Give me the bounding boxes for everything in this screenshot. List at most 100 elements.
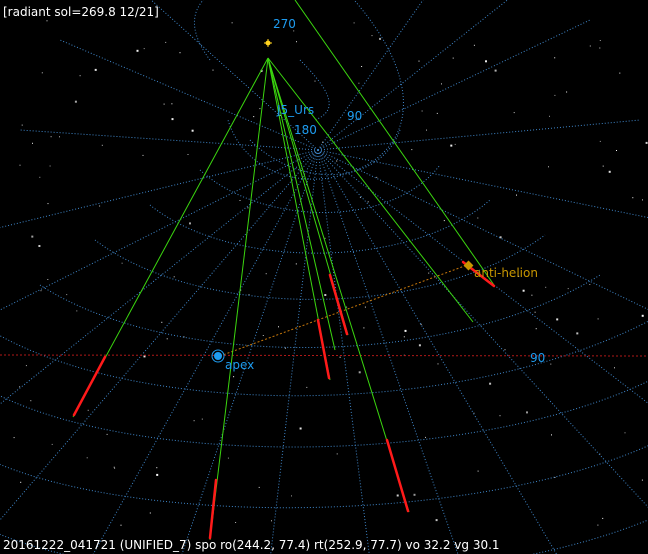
- star: [336, 453, 338, 455]
- grid-meridian: [317, 149, 459, 554]
- star: [624, 432, 626, 434]
- star: [549, 115, 550, 117]
- star: [49, 165, 51, 167]
- star: [187, 154, 189, 155]
- trail-line: [209, 57, 269, 541]
- star: [494, 69, 497, 72]
- star: [435, 519, 438, 522]
- star: [314, 80, 316, 82]
- star: [142, 154, 144, 156]
- star: [556, 318, 559, 321]
- star: [291, 495, 292, 497]
- star: [171, 118, 174, 121]
- grid-meridian: [317, 149, 558, 554]
- star: [191, 129, 194, 132]
- star: [513, 112, 515, 114]
- grid-label-90-top: 90: [347, 109, 362, 123]
- star: [295, 263, 297, 265]
- star: [247, 207, 249, 209]
- star: [39, 176, 41, 178]
- star: [76, 310, 78, 312]
- star: [19, 164, 21, 166]
- star: [31, 235, 34, 238]
- star: [101, 144, 103, 146]
- star: [38, 245, 41, 247]
- star: [99, 205, 101, 207]
- star: [299, 427, 302, 430]
- radiant-solar-longitude-label: [radiant sol=269.8 12/21]: [3, 5, 159, 19]
- star: [645, 141, 648, 144]
- star: [599, 40, 601, 41]
- star: [189, 222, 191, 225]
- star: [339, 356, 341, 358]
- star: [426, 129, 427, 131]
- star: [193, 420, 195, 422]
- star: [403, 336, 405, 338]
- star: [376, 176, 378, 178]
- star: [437, 363, 439, 365]
- sky-chart: 270 90 180 90 J5_Urs anti-helion apex: [0, 0, 648, 554]
- star: [548, 166, 549, 168]
- star: [364, 306, 366, 308]
- star: [428, 272, 430, 274]
- star: [477, 470, 479, 472]
- star: [411, 149, 413, 151]
- star: [79, 75, 81, 77]
- grid-parallel: [0, 380, 648, 448]
- radiant-name-label: J5_Urs: [276, 103, 314, 117]
- star: [262, 335, 264, 336]
- star: [20, 481, 22, 483]
- star: [413, 493, 416, 496]
- star: [358, 371, 361, 374]
- star: [443, 220, 445, 222]
- star: [66, 294, 68, 296]
- star: [516, 194, 517, 196]
- star: [233, 376, 235, 378]
- star: [535, 328, 537, 330]
- star: [30, 400, 32, 402]
- star: [566, 91, 568, 93]
- star: [239, 200, 241, 201]
- ecliptic-line: [219, 263, 471, 357]
- star: [87, 409, 89, 411]
- star: [599, 47, 601, 49]
- star: [173, 276, 175, 278]
- star: [278, 326, 279, 328]
- star: [534, 311, 536, 313]
- star: [265, 273, 267, 275]
- grid-meridian: [317, 0, 509, 151]
- star: [86, 457, 88, 459]
- star: [641, 479, 643, 481]
- star: [452, 57, 454, 59]
- grid-meridian: [0, 149, 319, 311]
- star: [179, 52, 181, 54]
- grid-meridian: [317, 149, 648, 219]
- grid-meridian: [92, 149, 319, 554]
- star: [161, 321, 163, 323]
- star: [156, 467, 158, 469]
- star: [371, 35, 373, 37]
- radiant-marker: [264, 39, 272, 47]
- star: [358, 82, 360, 84]
- star: [499, 415, 501, 417]
- star: [13, 437, 15, 439]
- star: [19, 386, 21, 388]
- meteor-segment: [316, 318, 331, 380]
- star: [51, 443, 53, 445]
- star: [106, 433, 108, 435]
- star: [642, 199, 643, 201]
- star: [404, 329, 407, 332]
- star: [545, 286, 547, 288]
- star: [599, 140, 601, 142]
- star: [396, 494, 399, 497]
- grid-parallel: [249, 129, 401, 176]
- star: [614, 367, 615, 369]
- meteor-radiant-sky-view: 270 90 180 90 J5_Urs anti-helion apex [r…: [0, 0, 648, 554]
- meteor-info-label: 20161222_041721 (UNIFIED_7) spo ro(244.2…: [3, 538, 500, 552]
- star: [567, 288, 569, 290]
- star: [641, 314, 644, 317]
- grid-label-270: 270: [273, 17, 296, 31]
- star: [253, 116, 255, 118]
- star: [363, 327, 365, 329]
- meteor-segments: [72, 260, 496, 540]
